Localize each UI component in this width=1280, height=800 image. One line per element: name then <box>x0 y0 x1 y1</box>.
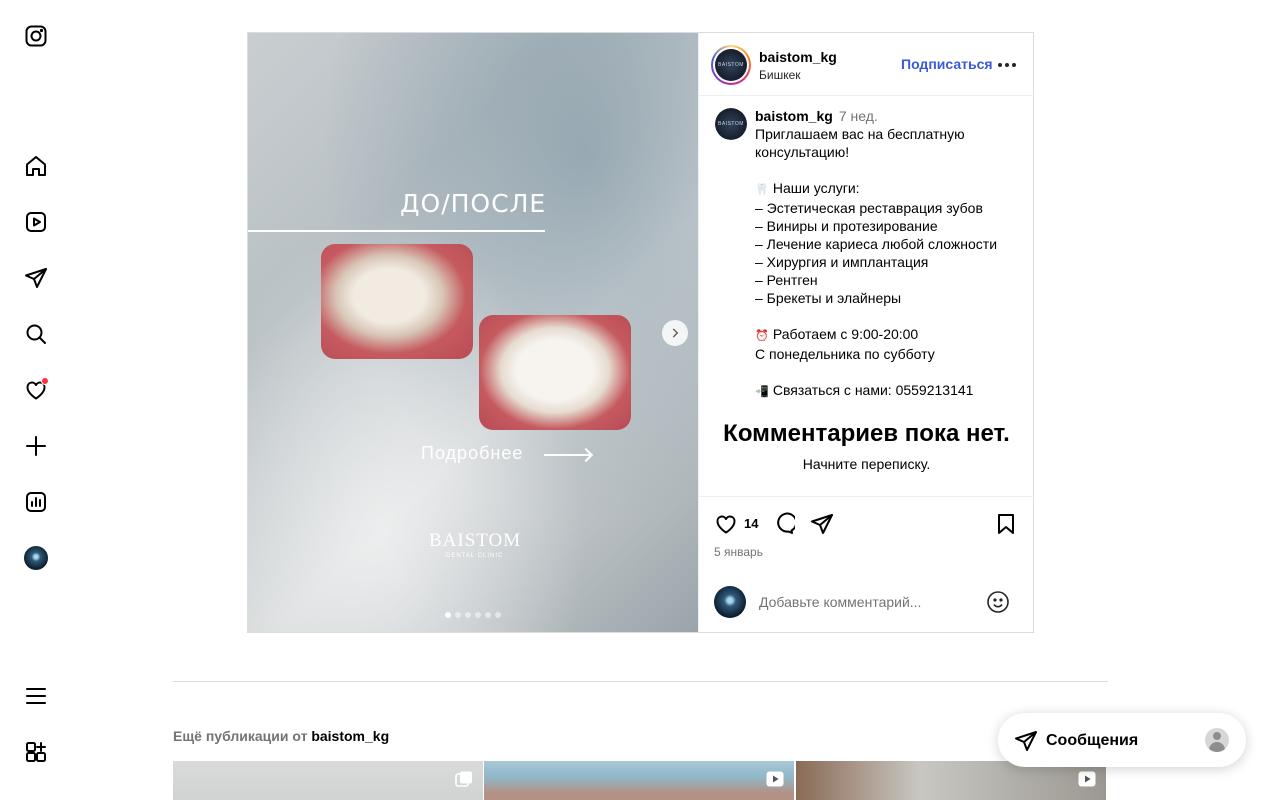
more-posts-heading: Ещё публикации от baistom_kg <box>173 728 389 744</box>
likes-count[interactable]: 14 <box>744 516 758 531</box>
more-posts-username-link[interactable]: baistom_kg <box>311 728 389 744</box>
service-item: – Брекеты и элайнеры <box>755 290 902 306</box>
left-sidebar <box>0 0 72 800</box>
media-more-text: Подробнее <box>421 443 524 463</box>
slide-dot <box>475 612 481 618</box>
post-side-panel: BAISTOM baistom_kg Бишкек Подписаться BA… <box>698 33 1034 632</box>
post-actions: 14 5 январь <box>699 496 1034 574</box>
service-item: – Рентген <box>755 272 818 288</box>
emoji-icon[interactable] <box>986 590 1010 614</box>
messages-button[interactable]: Сообщения <box>998 713 1246 767</box>
more-posts-label: Ещё публикации от <box>173 728 308 744</box>
media-divider <box>248 230 545 232</box>
reel-icon <box>766 771 784 787</box>
post-card: ДО/ПОСЛЕ Подробнее BAISTOM DENTAL CLINIC… <box>247 32 1034 633</box>
slide-indicator <box>445 612 501 618</box>
comment-composer <box>699 574 1034 632</box>
author-username[interactable]: baistom_kg <box>759 49 837 65</box>
comment-input[interactable] <box>759 591 979 613</box>
caption-time[interactable]: 7 нед. <box>839 108 878 124</box>
caption-intro: Приглашаем вас на бесплатную консультаци… <box>755 126 965 160</box>
slide-dot <box>495 612 501 618</box>
media-title: ДО/ПОСЛЕ <box>400 189 547 218</box>
avatar-logo-text: BAISTOM <box>718 121 744 127</box>
post-header: BAISTOM baistom_kg Бишкек Подписаться <box>699 33 1034 96</box>
avatar <box>24 546 48 570</box>
slide-dot <box>485 612 491 618</box>
slide-dot <box>465 612 471 618</box>
heart-icon <box>716 515 736 534</box>
after-tooth-image <box>479 315 631 430</box>
section-divider <box>173 681 1108 682</box>
avatar-logo-text: BAISTOM <box>718 62 744 68</box>
instagram-logo-icon[interactable] <box>22 22 50 50</box>
working-hours: Работаем с 9:00-20:00 <box>772 326 919 342</box>
comment-icon <box>777 512 795 534</box>
service-item: – Хирургия и имплантация <box>755 254 929 270</box>
post-caption: baistom_kg 7 нед. Приглашаем вас на беспл… <box>755 107 1025 401</box>
next-slide-button[interactable] <box>662 320 688 346</box>
chevron-right-icon <box>672 328 679 338</box>
carousel-icon <box>455 771 473 787</box>
slide-dot <box>445 612 451 618</box>
search-icon[interactable] <box>22 320 50 348</box>
plus-icon[interactable] <box>22 432 50 460</box>
clock-icon: ⏰ <box>755 330 769 342</box>
profile-avatar[interactable] <box>22 544 50 572</box>
bookmark-icon <box>998 514 1014 534</box>
messages-label: Сообщения <box>1046 732 1139 749</box>
working-days: С понедельника по субботу <box>755 346 935 362</box>
before-tooth-image <box>321 244 473 359</box>
reel-icon <box>1078 771 1096 787</box>
heart-icon[interactable] <box>22 376 50 404</box>
notification-dot <box>41 377 49 385</box>
slide-dot <box>455 612 461 618</box>
like-button[interactable] <box>713 511 739 537</box>
user-placeholder-avatar <box>1205 728 1229 752</box>
phone-icon: 📲 <box>755 386 769 398</box>
send-icon <box>1014 729 1038 753</box>
arrow-right-icon <box>544 454 590 456</box>
caption-username[interactable]: baistom_kg <box>755 108 833 124</box>
avatar <box>714 586 746 618</box>
apps-icon[interactable] <box>22 738 50 766</box>
author-avatar[interactable]: BAISTOM <box>711 45 751 85</box>
send-icon <box>811 514 833 534</box>
follow-button[interactable]: Подписаться <box>901 56 993 72</box>
service-item: – Эстетическая реставрация зубов <box>755 200 983 216</box>
send-icon[interactable] <box>22 264 50 292</box>
post-thumbnail[interactable] <box>173 761 483 800</box>
post-media[interactable]: ДО/ПОСЛЕ Подробнее BAISTOM DENTAL CLINIC <box>248 33 698 632</box>
reels-icon[interactable] <box>22 208 50 236</box>
no-comments-subtitle: Начните переписку. <box>802 456 931 472</box>
share-button[interactable] <box>809 511 835 537</box>
service-item: – Лечение кариеса любой сложности <box>755 236 998 252</box>
post-thumbnail[interactable] <box>484 761 794 800</box>
tooth-icon: 🦷 <box>755 184 769 196</box>
more-options-icon[interactable] <box>995 55 1019 75</box>
comment-button[interactable] <box>770 511 796 537</box>
post-location[interactable]: Бишкек <box>759 68 801 82</box>
caption-avatar[interactable]: BAISTOM <box>715 108 747 140</box>
clinic-logo-subtitle: DENTAL CLINIC <box>446 553 504 559</box>
menu-icon[interactable] <box>22 682 50 710</box>
post-date[interactable]: 5 январь <box>714 545 763 559</box>
chart-icon[interactable] <box>22 488 50 516</box>
contact-info: Связаться с нами: 0559213141 <box>772 382 974 398</box>
home-icon[interactable] <box>22 152 50 180</box>
no-comments-title: Комментариев пока нет. <box>723 420 1010 447</box>
services-title: Наши услуги: <box>772 180 860 196</box>
service-item: – Виниры и протезирование <box>755 218 938 234</box>
save-button[interactable] <box>993 511 1019 537</box>
clinic-logo: BAISTOM <box>429 530 522 551</box>
